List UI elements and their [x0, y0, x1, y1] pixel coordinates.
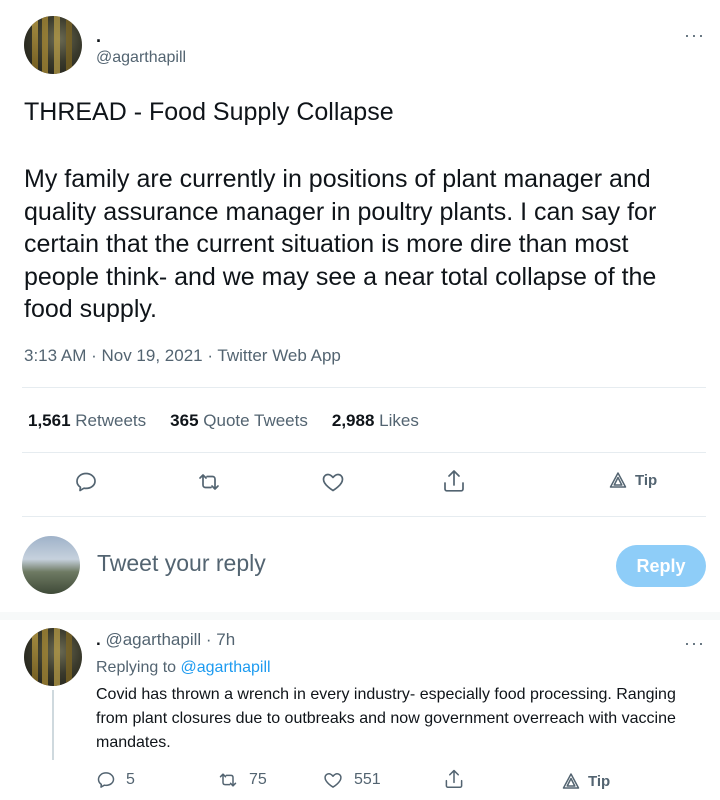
retweets-count: 1,561: [28, 411, 71, 430]
retweets-stat[interactable]: 1,561 Retweets: [28, 411, 146, 431]
like-button[interactable]: [320, 470, 346, 494]
retweets-label: Retweets: [75, 411, 147, 430]
like-icon: [322, 473, 344, 492]
share-icon: [445, 769, 463, 789]
likes-count: 2,988: [331, 411, 375, 430]
tweet-title: THREAD - Food Supply Collapse: [24, 98, 394, 126]
reply-button[interactable]: [74, 470, 98, 494]
reply-icon: [76, 472, 96, 492]
likes-stat[interactable]: 2,988 Likes: [332, 411, 419, 431]
tweet-timestamp[interactable]: 3:13 AM · Nov 19, 2021 · Twitter Web App: [24, 346, 341, 366]
quote-tweets-stat[interactable]: 365 Quote Tweets: [170, 411, 308, 431]
author-avatar[interactable]: [24, 16, 82, 74]
reply-text: Covid has thrown a wrench in every indus…: [96, 686, 676, 751]
share-button[interactable]: [441, 468, 467, 494]
tweet-stats: 1,561 Retweets 365 Quote Tweets 2,988 Li…: [28, 411, 419, 431]
tip-icon: [562, 773, 580, 789]
likes-label: Likes: [379, 411, 419, 430]
retweet-icon: [219, 773, 237, 787]
reply-reply-button[interactable]: 5: [96, 770, 135, 790]
reply-author-name[interactable]: .: [96, 630, 101, 649]
quotes-label: Quote Tweets: [203, 411, 308, 430]
current-user-avatar[interactable]: [22, 536, 80, 594]
reply-author-avatar[interactable]: [24, 628, 82, 686]
retweet-icon: [199, 474, 219, 490]
replying-to-handle[interactable]: @agarthapill: [181, 659, 271, 676]
reply-tip-button[interactable]: Tip: [562, 772, 610, 790]
reply-icon: [97, 772, 115, 788]
thread-connector-line: [52, 690, 54, 760]
author-display-name[interactable]: .: [96, 26, 101, 47]
reply-handle-time[interactable]: @agarthapill · 7h: [105, 630, 235, 649]
retweet-button[interactable]: [196, 470, 222, 494]
reply-input[interactable]: Tweet your reply: [97, 550, 266, 577]
share-icon: [444, 470, 464, 492]
reply-retweet-button[interactable]: 75: [217, 770, 267, 790]
author-handle[interactable]: @agarthapill: [96, 49, 186, 67]
like-icon: [324, 773, 342, 788]
reply-header: . @agarthapill · 7h: [96, 630, 235, 650]
reply-more-options-icon[interactable]: ···: [684, 634, 705, 652]
tip-icon: [609, 472, 627, 488]
tip-button[interactable]: Tip: [609, 471, 657, 489]
reply-submit-button[interactable]: Reply: [616, 545, 706, 587]
reply-like-button[interactable]: 551: [322, 770, 381, 790]
section-separator: [0, 612, 720, 620]
reply-reply-count: 5: [126, 771, 135, 788]
divider: [22, 516, 706, 517]
more-options-icon[interactable]: ···: [684, 26, 705, 44]
reply-tip-label: Tip: [588, 772, 611, 790]
tweet-body: My family are currently in positions of …: [24, 165, 657, 323]
quotes-count: 365: [170, 411, 199, 430]
replying-to-prefix: Replying to: [96, 659, 177, 676]
reply-like-count: 551: [354, 771, 381, 788]
divider: [22, 452, 706, 453]
reply-share-button[interactable]: [443, 768, 465, 790]
tip-label: Tip: [635, 471, 658, 489]
reply-retweet-count: 75: [249, 771, 267, 788]
replying-to: Replying to @agarthapill: [96, 659, 271, 677]
divider: [22, 387, 706, 388]
